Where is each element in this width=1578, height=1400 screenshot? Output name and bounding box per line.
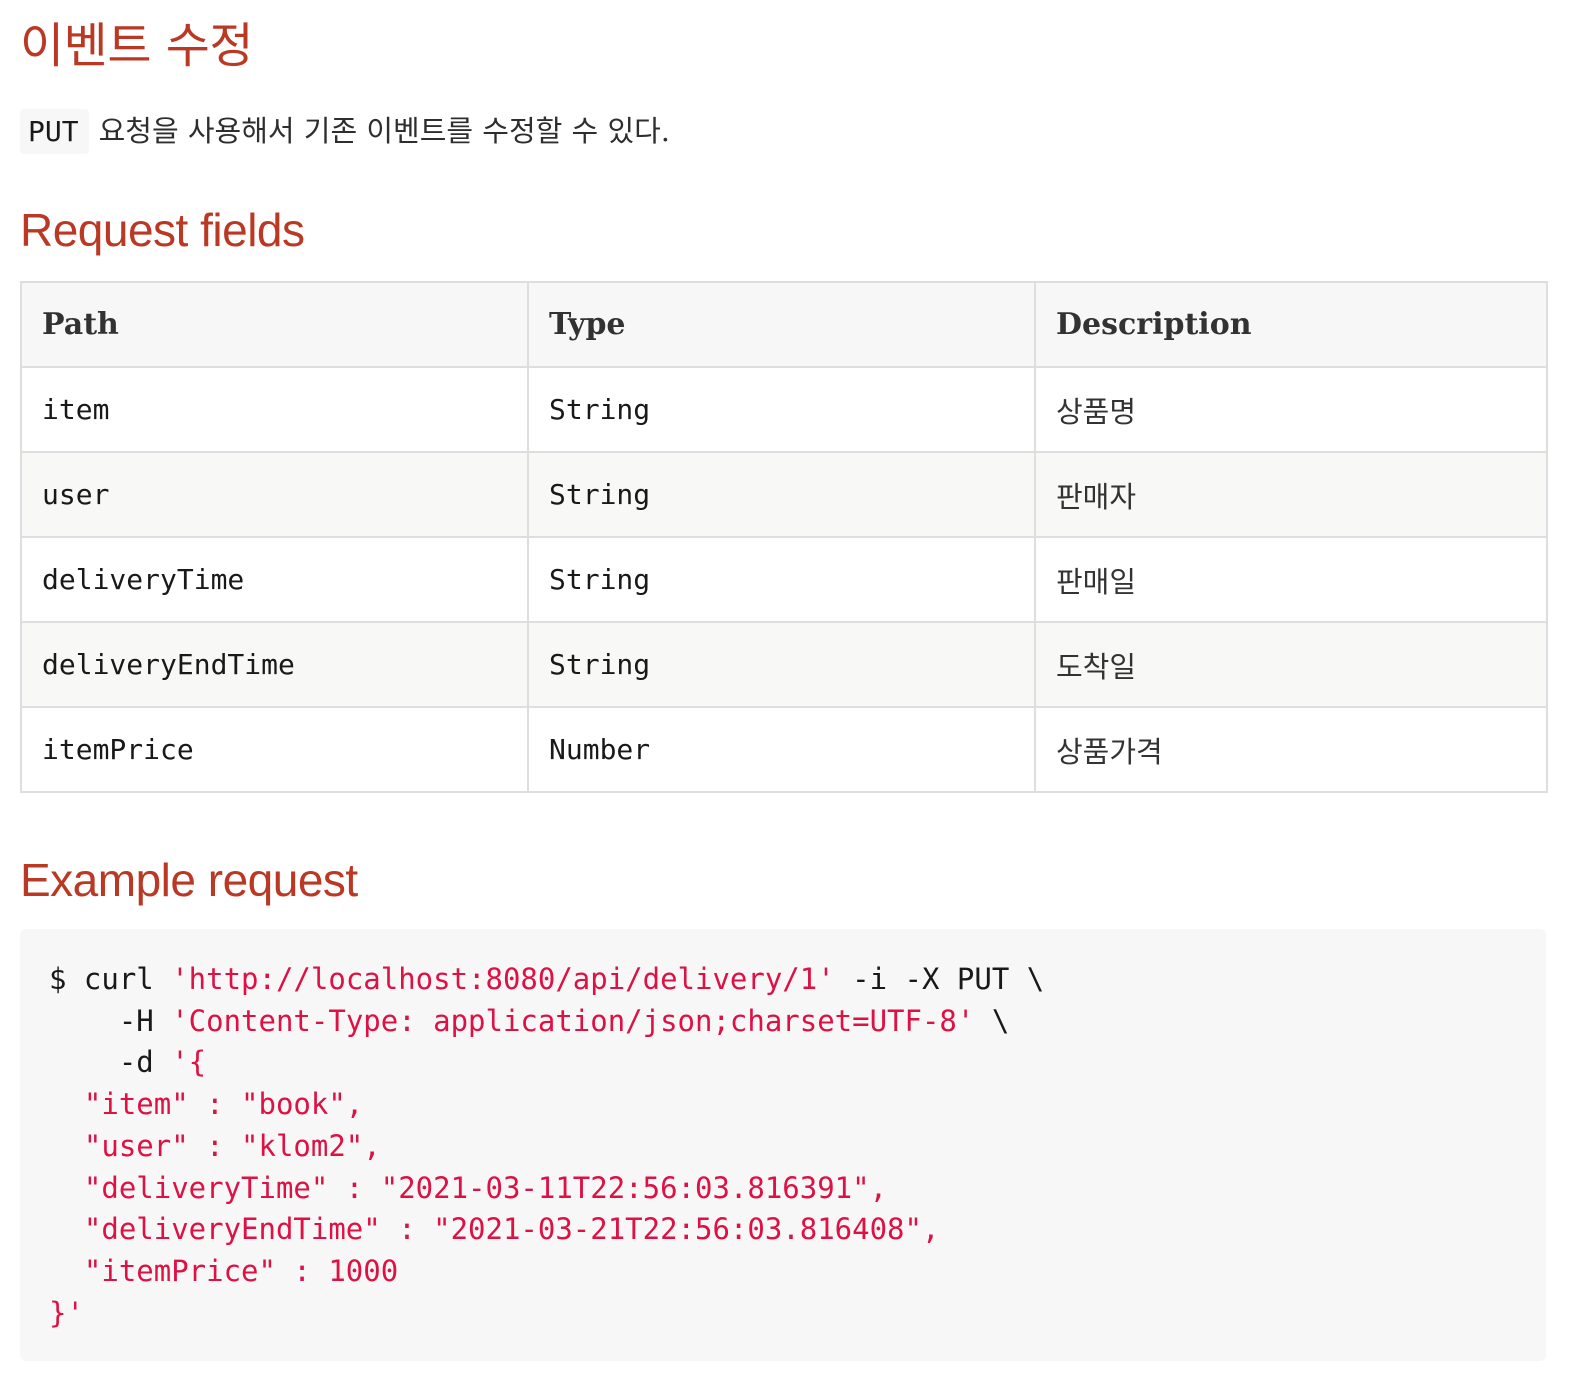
field-path: itemPrice: [20, 706, 529, 793]
column-header-description: Description: [1034, 281, 1548, 368]
column-header-type: Type: [527, 281, 1036, 368]
field-type: String: [527, 621, 1036, 708]
field-description: 도착일: [1034, 621, 1548, 708]
table-row: item String 상품명: [20, 366, 1548, 453]
intro-text: 요청을 사용해서 기존 이벤트를 수정할 수 있다.: [98, 114, 671, 148]
field-description: 상품명: [1034, 366, 1548, 453]
field-type: String: [527, 366, 1036, 453]
table-header-row: Path Type Description: [20, 281, 1548, 368]
field-path: item: [20, 366, 529, 453]
table-row: itemPrice Number 상품가격: [20, 706, 1548, 793]
example-request-heading: Example request: [20, 854, 358, 906]
table-row: user String 판매자: [20, 451, 1548, 538]
code-line: -H 'Content-Type: application/json;chars…: [49, 1003, 1010, 1038]
field-type: String: [527, 536, 1036, 623]
field-path: deliveryEndTime: [20, 621, 529, 708]
column-header-path: Path: [20, 281, 529, 368]
request-fields-table: Path Type Description item String 상품명 us…: [20, 281, 1548, 793]
example-request-code-block: $ curl 'http://localhost:8080/api/delive…: [20, 929, 1546, 1361]
code-line: }': [49, 1295, 84, 1330]
field-path: user: [20, 451, 529, 538]
code-line: "itemPrice" : 1000: [49, 1253, 399, 1288]
table-row: deliveryTime String 판매일: [20, 536, 1548, 623]
field-type: String: [527, 451, 1036, 538]
field-description: 상품가격: [1034, 706, 1548, 793]
code-line: -d '{: [49, 1045, 207, 1080]
table-row: deliveryEndTime String 도착일: [20, 621, 1548, 708]
request-fields-heading: Request fields: [20, 204, 305, 256]
code-line: $ curl 'http://localhost:8080/api/delive…: [49, 962, 1045, 996]
field-path: deliveryTime: [20, 536, 529, 623]
code-line: "deliveryTime" : "2021-03-11T22:56:03.81…: [49, 1170, 888, 1205]
page-title: 이벤트 수정: [20, 18, 254, 74]
field-type: Number: [527, 706, 1036, 793]
field-description: 판매일: [1034, 536, 1548, 623]
field-description: 판매자: [1034, 451, 1548, 538]
http-method-code: PUT: [20, 109, 89, 154]
code-line: "deliveryEndTime" : "2021-03-21T22:56:03…: [49, 1212, 940, 1247]
code-listing: $ curl 'http://localhost:8080/api/delive…: [49, 959, 1044, 1334]
code-line: "user" : "klom2",: [49, 1128, 381, 1163]
intro-paragraph: PUT 요청을 사용해서 기존 이벤트를 수정할 수 있다.: [20, 106, 670, 157]
code-line: "item" : "book",: [49, 1087, 364, 1122]
